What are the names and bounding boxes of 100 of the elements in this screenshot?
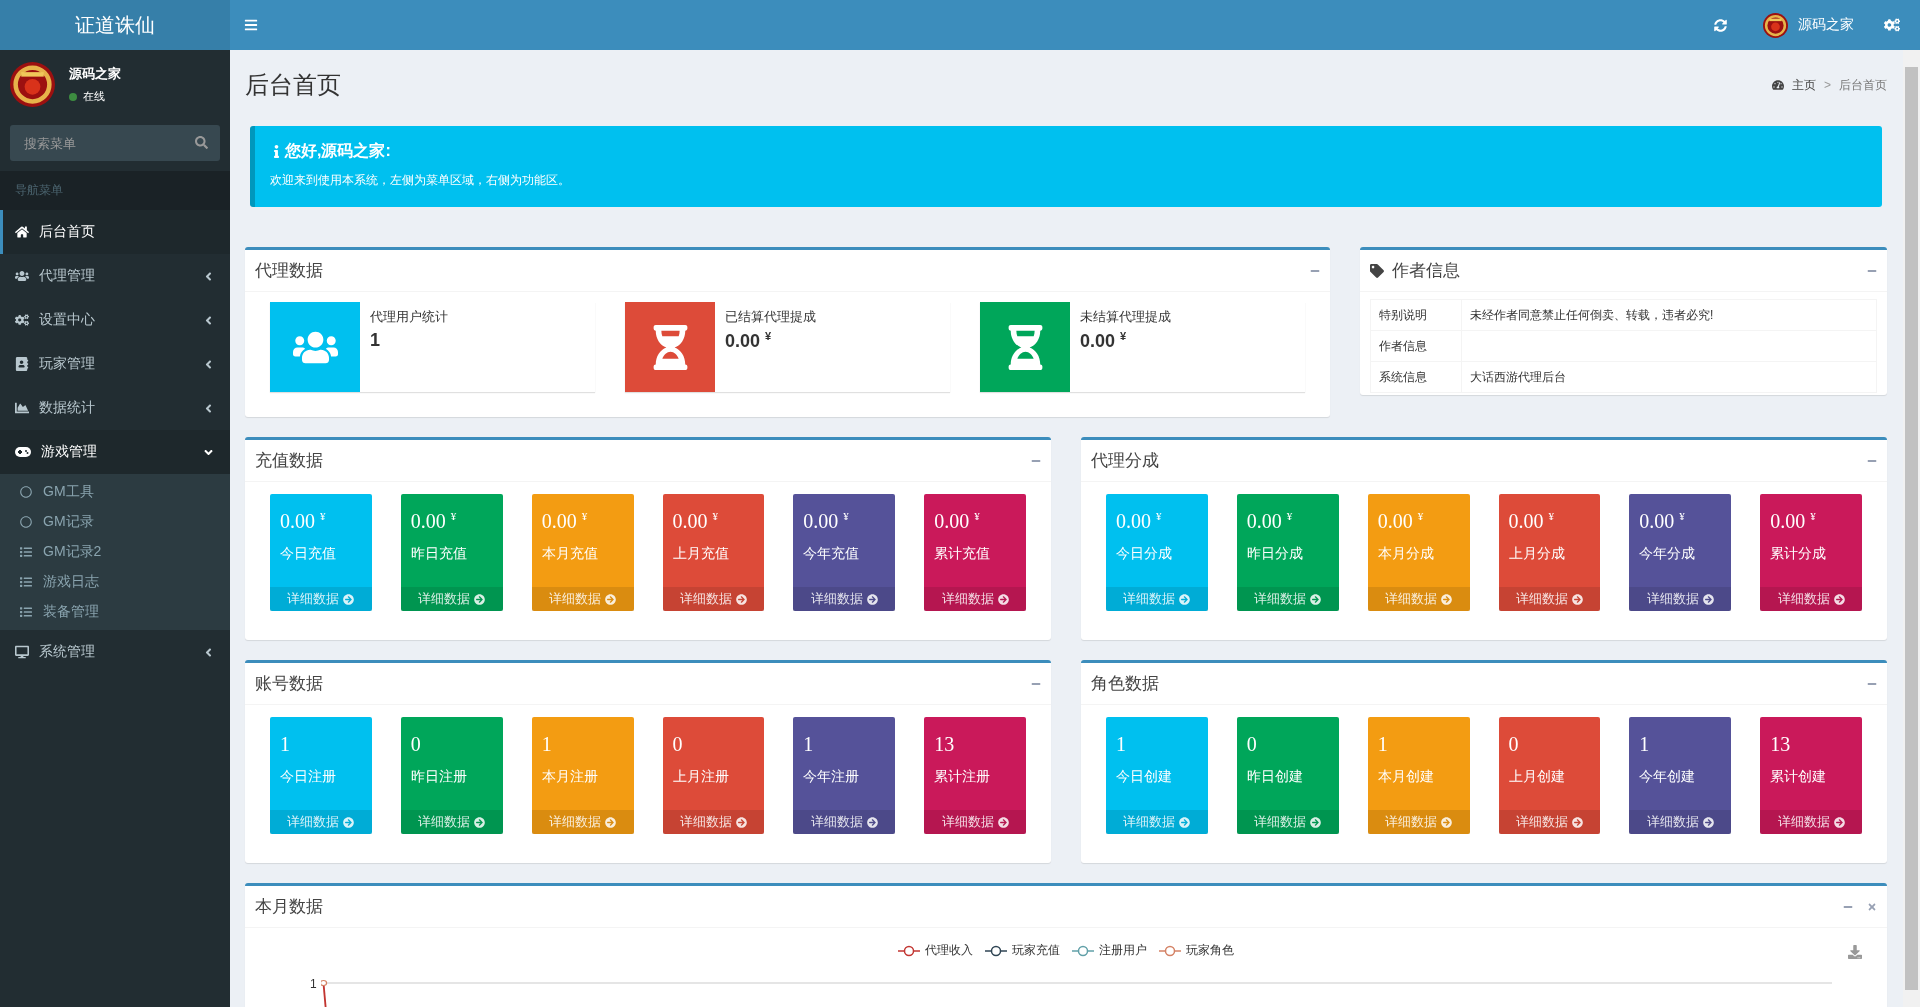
table-cell: 大话西游代理后台 <box>1461 362 1876 392</box>
menu-item[interactable]: 数据统计 <box>0 386 230 430</box>
stat-value: 0 <box>1507 732 1520 756</box>
details-link[interactable]: 详细数据 <box>531 810 634 834</box>
page-title: 后台首页 <box>245 70 341 100</box>
dashboard-icon <box>1772 79 1784 91</box>
menu-item[interactable]: 代理管理 <box>0 254 230 298</box>
legend-label[interactable]: 代理收入 <box>925 942 973 959</box>
stat-value: 0.00 $^{¥}$ <box>409 509 458 533</box>
details-link[interactable]: 详细数据 <box>270 810 372 834</box>
details-link[interactable]: 详细数据 <box>1760 587 1862 611</box>
table-cell: 未经作者同意禁止任何倒卖、转载，违者必究! <box>1461 300 1876 330</box>
details-link[interactable]: 详细数据 <box>1106 810 1208 834</box>
details-link[interactable]: 详细数据 <box>1236 587 1339 611</box>
breadcrumb-item[interactable]: 主页 <box>1792 76 1816 94</box>
monitor-icon <box>15 645 29 659</box>
details-link[interactable]: 详细数据 <box>1498 810 1601 834</box>
details-link[interactable]: 详细数据 <box>1106 587 1208 611</box>
details-link[interactable]: 详细数据 <box>1367 587 1470 611</box>
stat-label: 昨日分成 <box>1245 544 1304 563</box>
panel-title: 代理分成 <box>1091 450 1159 472</box>
legend-label[interactable]: 玩家角色 <box>1186 942 1234 959</box>
menu-item[interactable]: 玩家管理 <box>0 342 230 386</box>
info-label: 已结算代理提成 <box>725 308 816 326</box>
axis-tick-label: 1 <box>310 977 317 991</box>
info-value: 1 <box>370 330 381 351</box>
navbar-user-name[interactable]: 源码之家 <box>1798 16 1854 34</box>
stat-label: 今年注册 <box>802 767 861 786</box>
stat-value: 1 <box>802 732 815 756</box>
stat-label: 今日注册 <box>279 767 337 786</box>
info-value: 0.00 $^{¥}$ <box>725 330 773 352</box>
download-icon[interactable] <box>1848 945 1862 959</box>
panel-title: 本月数据 <box>255 896 323 918</box>
menu-item[interactable]: 后台首页 <box>0 210 230 254</box>
details-link[interactable]: 详细数据 <box>662 587 765 611</box>
submenu-item[interactable]: 装备管理 <box>0 597 230 627</box>
submenu-item[interactable]: GM记录 <box>0 507 230 537</box>
avatar-icon <box>1763 12 1788 38</box>
details-link[interactable]: 详细数据 <box>793 810 896 834</box>
legend-marker-icon[interactable] <box>985 944 1007 957</box>
stat-value: 1 <box>1115 732 1127 756</box>
details-link[interactable]: 详细数据 <box>270 587 372 611</box>
stat-label: 昨日充值 <box>409 544 468 563</box>
close-icon[interactable] <box>1867 901 1877 912</box>
gamepad-icon <box>15 446 31 458</box>
details-link[interactable]: 详细数据 <box>924 810 1026 834</box>
details-link[interactable]: 详细数据 <box>1760 810 1862 834</box>
search-icon[interactable] <box>195 136 208 149</box>
details-link[interactable]: 详细数据 <box>1367 810 1470 834</box>
area-chart-icon <box>15 401 29 415</box>
stat-value: 0.00 $^{¥}$ <box>1769 509 1817 533</box>
contact-book-icon <box>15 357 29 371</box>
submenu-item[interactable]: GM记录2 <box>0 537 230 567</box>
refresh-icon[interactable] <box>1714 18 1727 32</box>
legend-marker-icon[interactable] <box>1159 944 1181 957</box>
info-value: 0.00 $^{¥}$ <box>1080 330 1128 352</box>
home-icon <box>15 225 29 239</box>
details-link[interactable]: 详细数据 <box>1498 587 1601 611</box>
menu-item[interactable]: 游戏管理 <box>0 430 230 474</box>
stat-value: 1 <box>279 732 291 756</box>
stat-label: 昨日注册 <box>409 767 468 786</box>
legend-marker-icon[interactable] <box>898 944 920 957</box>
details-link[interactable]: 详细数据 <box>1629 587 1732 611</box>
gears-icon <box>15 313 29 327</box>
stat-label: 累计注册 <box>933 767 992 786</box>
stat-label: 本月充值 <box>540 544 599 563</box>
details-link[interactable]: 详细数据 <box>400 587 503 611</box>
search-field[interactable]: 搜索菜单 <box>10 125 220 161</box>
stat-value: 1 <box>1376 732 1389 756</box>
callout-text: 欢迎来到使用本系统，左侧为菜单区域，右侧为功能区。 <box>270 172 571 189</box>
panel-title: 角色数据 <box>1091 673 1159 695</box>
details-link[interactable]: 详细数据 <box>400 810 503 834</box>
stat-value: 13 <box>1769 732 1792 756</box>
details-link[interactable]: 详细数据 <box>924 587 1026 611</box>
legend-label[interactable]: 玩家充值 <box>1012 942 1060 959</box>
stat-value: 0.00 $^{¥}$ <box>1115 509 1163 533</box>
stat-value: 1 <box>1638 732 1651 756</box>
users-icon <box>15 269 29 283</box>
list-icon <box>20 546 32 558</box>
stat-value: 0.00 $^{¥}$ <box>540 509 589 533</box>
menu-item[interactable]: 系统管理 <box>0 630 230 674</box>
submenu-item[interactable]: 游戏日志 <box>0 567 230 597</box>
scrollbar[interactable] <box>1903 50 1920 1007</box>
stat-value: 13 <box>933 732 956 756</box>
stat-value: 0.00 $^{¥}$ <box>933 509 981 533</box>
details-link[interactable]: 详细数据 <box>793 587 896 611</box>
settings-icon[interactable] <box>1884 17 1900 33</box>
details-link[interactable]: 详细数据 <box>1236 810 1339 834</box>
submenu-item[interactable]: GM工具 <box>0 477 230 507</box>
stat-value: 0.00 $^{¥}$ <box>279 509 327 533</box>
app-logo[interactable]: 证道诛仙 <box>0 0 230 50</box>
details-link[interactable]: 详细数据 <box>531 587 634 611</box>
legend-label[interactable]: 注册用户 <box>1099 942 1147 959</box>
details-link[interactable]: 详细数据 <box>662 810 765 834</box>
stat-label: 上月创建 <box>1507 767 1566 786</box>
panel-title: 代理数据 <box>255 260 323 282</box>
details-link[interactable]: 详细数据 <box>1629 810 1732 834</box>
legend-marker-icon[interactable] <box>1072 944 1094 957</box>
menu-icon[interactable] <box>244 18 258 32</box>
menu-item[interactable]: 设置中心 <box>0 298 230 342</box>
